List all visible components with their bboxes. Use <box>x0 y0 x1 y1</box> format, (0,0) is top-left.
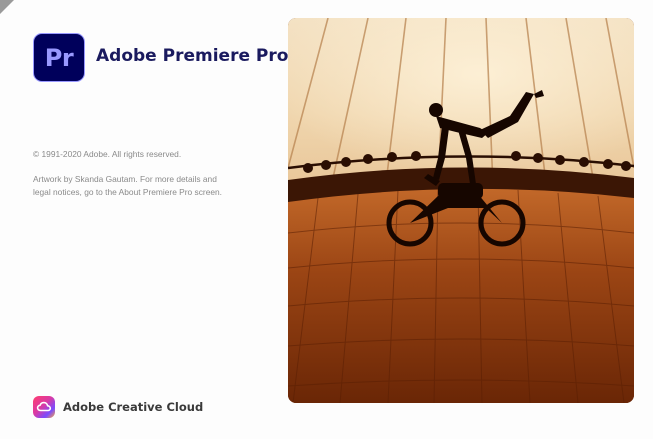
info-pane: Pr Adobe Premiere Pro © 1991-2020 Adobe.… <box>0 0 289 439</box>
premiere-pro-icon: Pr <box>33 33 85 82</box>
splash-artwork-image <box>288 18 634 403</box>
artwork-credit: Artwork by Skanda Gautam. For more detai… <box>33 173 255 198</box>
brand-label: Adobe Creative Cloud <box>63 400 204 414</box>
creative-cloud-icon <box>33 396 55 418</box>
creative-cloud-brand: Adobe Creative Cloud <box>33 396 203 418</box>
artwork-credit-line: Artwork by Skanda Gautam. For more detai… <box>33 174 217 184</box>
app-title: Adobe Premiere Pro <box>96 46 289 66</box>
wooden-wall <box>288 184 634 403</box>
splash-screen: Pr Adobe Premiere Pro © 1991-2020 Adobe.… <box>0 0 653 439</box>
artwork-credit-line: legal notices, go to the About Premiere … <box>33 186 223 197</box>
copyright-text: © 1991-2020 Adobe. All rights reserved. <box>33 149 182 159</box>
